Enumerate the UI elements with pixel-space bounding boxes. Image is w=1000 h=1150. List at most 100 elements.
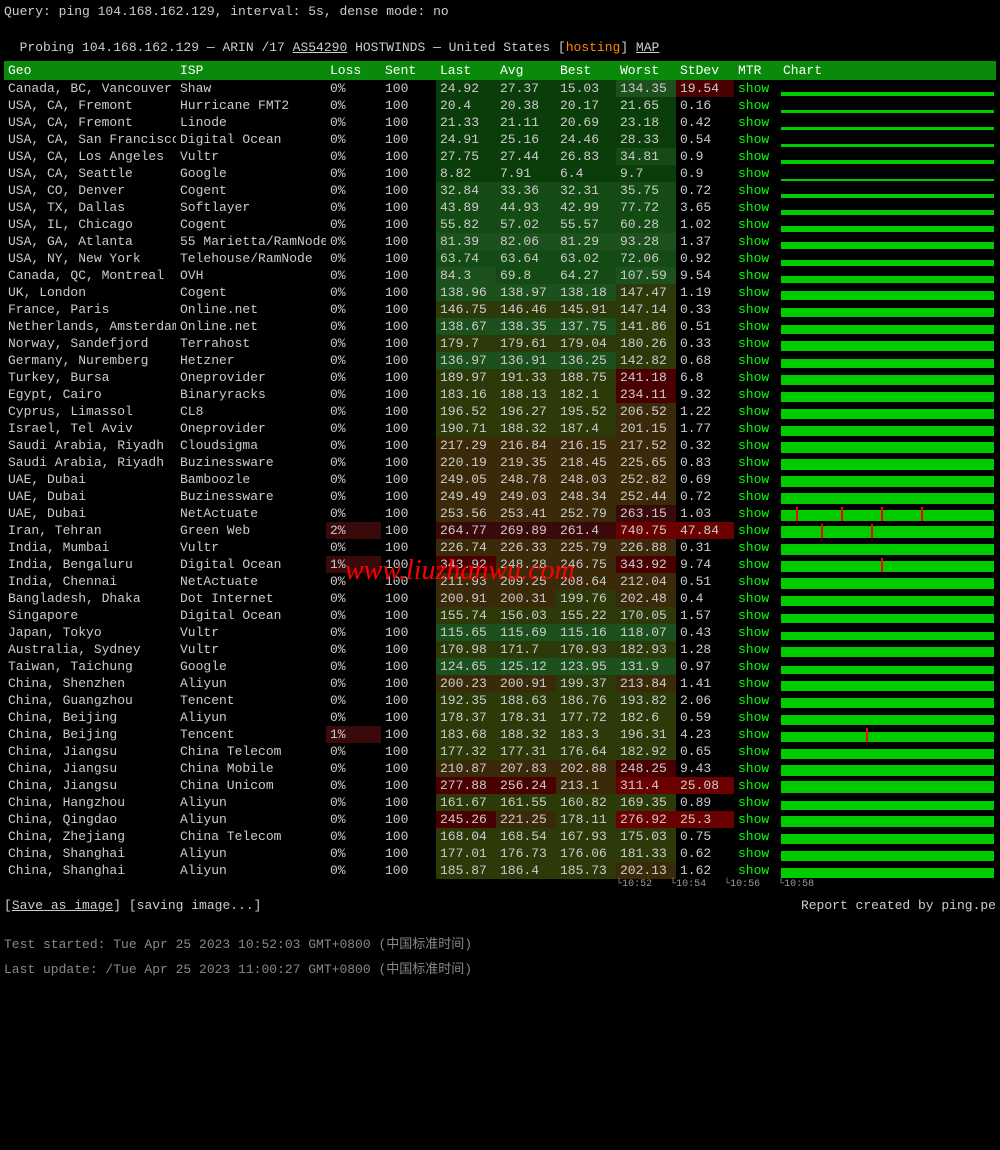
cell-sent: 100 (381, 692, 436, 709)
header-isp[interactable]: ISP (176, 61, 326, 80)
header-chart[interactable]: Chart (779, 61, 996, 80)
asn-link[interactable]: AS54290 (293, 40, 348, 55)
mtr-show-link[interactable]: show (738, 523, 769, 538)
table-row: Canada, BC, VancouverShaw0%10024.9227.37… (4, 80, 996, 97)
cell-mtr: show (734, 794, 779, 811)
table-row: UAE, DubaiNetActuate0%100253.56253.41252… (4, 505, 996, 522)
mtr-show-link[interactable]: show (738, 625, 769, 640)
mtr-show-link[interactable]: show (738, 404, 769, 419)
mtr-show-link[interactable]: show (738, 574, 769, 589)
mtr-show-link[interactable]: show (738, 744, 769, 759)
cell-isp: Aliyun (176, 811, 326, 828)
mtr-show-link[interactable]: show (738, 608, 769, 623)
mtr-show-link[interactable]: show (738, 540, 769, 555)
cell-loss: 0% (326, 862, 381, 879)
cell-isp: Vultr (176, 148, 326, 165)
mtr-show-link[interactable]: show (738, 727, 769, 742)
mtr-show-link[interactable]: show (738, 421, 769, 436)
header-loss[interactable]: Loss (326, 61, 381, 80)
cell-sent: 100 (381, 233, 436, 250)
table-row: USA, GA, Atlanta55 Marietta/RamNode0%100… (4, 233, 996, 250)
mtr-show-link[interactable]: show (738, 166, 769, 181)
latency-sparkline (781, 337, 994, 351)
cell-stdev: 0.16 (676, 97, 734, 114)
mtr-show-link[interactable]: show (738, 557, 769, 572)
mtr-show-link[interactable]: show (738, 693, 769, 708)
mtr-show-link[interactable]: show (738, 659, 769, 674)
mtr-show-link[interactable]: show (738, 319, 769, 334)
mtr-show-link[interactable]: show (738, 132, 769, 147)
mtr-show-link[interactable]: show (738, 455, 769, 470)
header-avg[interactable]: Avg (496, 61, 556, 80)
table-row: USA, CA, FremontHurricane FMT20%10020.42… (4, 97, 996, 114)
cell-mtr: show (734, 522, 779, 539)
cell-stdev: 9.43 (676, 760, 734, 777)
cell-last: 55.82 (436, 216, 496, 233)
save-as-image-link[interactable]: Save as image (12, 898, 113, 913)
header-stdev[interactable]: StDev (676, 61, 734, 80)
cell-worst: 202.13 (616, 862, 676, 879)
cell-stdev: 0.9 (676, 165, 734, 182)
mtr-show-link[interactable]: show (738, 846, 769, 861)
mtr-show-link[interactable]: show (738, 234, 769, 249)
mtr-show-link[interactable]: show (738, 642, 769, 657)
cell-sent: 100 (381, 658, 436, 675)
mtr-show-link[interactable]: show (738, 336, 769, 351)
table-row: China, ShanghaiAliyun0%100185.87186.4185… (4, 862, 996, 879)
mtr-show-link[interactable]: show (738, 81, 769, 96)
header-sent[interactable]: Sent (381, 61, 436, 80)
cell-last: 81.39 (436, 233, 496, 250)
cell-stdev: 0.4 (676, 590, 734, 607)
cell-avg: 7.91 (496, 165, 556, 182)
cell-last: 200.91 (436, 590, 496, 607)
mtr-show-link[interactable]: show (738, 863, 769, 878)
mtr-show-link[interactable]: show (738, 285, 769, 300)
mtr-show-link[interactable]: show (738, 268, 769, 283)
latency-sparkline (781, 711, 994, 725)
cell-sent: 100 (381, 250, 436, 267)
header-best[interactable]: Best (556, 61, 616, 80)
cell-avg: 188.63 (496, 692, 556, 709)
mtr-show-link[interactable]: show (738, 591, 769, 606)
mtr-show-link[interactable]: show (738, 489, 769, 504)
mtr-show-link[interactable]: show (738, 710, 769, 725)
mtr-show-link[interactable]: show (738, 506, 769, 521)
mtr-show-link[interactable]: show (738, 200, 769, 215)
header-worst[interactable]: Worst (616, 61, 676, 80)
mtr-show-link[interactable]: show (738, 370, 769, 385)
mtr-show-link[interactable]: show (738, 472, 769, 487)
header-last[interactable]: Last (436, 61, 496, 80)
table-row: Iran, TehranGreen Web2%100264.77269.8926… (4, 522, 996, 539)
cell-last: 24.92 (436, 80, 496, 97)
mtr-show-link[interactable]: show (738, 676, 769, 691)
mtr-show-link[interactable]: show (738, 353, 769, 368)
cell-sent: 100 (381, 624, 436, 641)
mtr-show-link[interactable]: show (738, 302, 769, 317)
mtr-show-link[interactable]: show (738, 98, 769, 113)
mtr-show-link[interactable]: show (738, 812, 769, 827)
cell-sent: 100 (381, 777, 436, 794)
cell-stdev: 4.23 (676, 726, 734, 743)
mtr-show-link[interactable]: show (738, 829, 769, 844)
cell-best: 167.93 (556, 828, 616, 845)
mtr-show-link[interactable]: show (738, 778, 769, 793)
mtr-show-link[interactable]: show (738, 251, 769, 266)
mtr-show-link[interactable]: show (738, 217, 769, 232)
header-geo[interactable]: Geo (4, 61, 176, 80)
map-link[interactable]: MAP (636, 40, 659, 55)
latency-sparkline (781, 320, 994, 334)
mtr-show-link[interactable]: show (738, 438, 769, 453)
cell-worst: 147.47 (616, 284, 676, 301)
mtr-show-link[interactable]: show (738, 795, 769, 810)
cell-best: 213.1 (556, 777, 616, 794)
cell-chart (779, 726, 996, 743)
mtr-show-link[interactable]: show (738, 761, 769, 776)
mtr-show-link[interactable]: show (738, 115, 769, 130)
mtr-show-link[interactable]: show (738, 183, 769, 198)
mtr-show-link[interactable]: show (738, 149, 769, 164)
header-mtr[interactable]: MTR (734, 61, 779, 80)
mtr-show-link[interactable]: show (738, 387, 769, 402)
cell-stdev: 9.32 (676, 386, 734, 403)
cell-loss: 0% (326, 641, 381, 658)
cell-isp: NetActuate (176, 573, 326, 590)
